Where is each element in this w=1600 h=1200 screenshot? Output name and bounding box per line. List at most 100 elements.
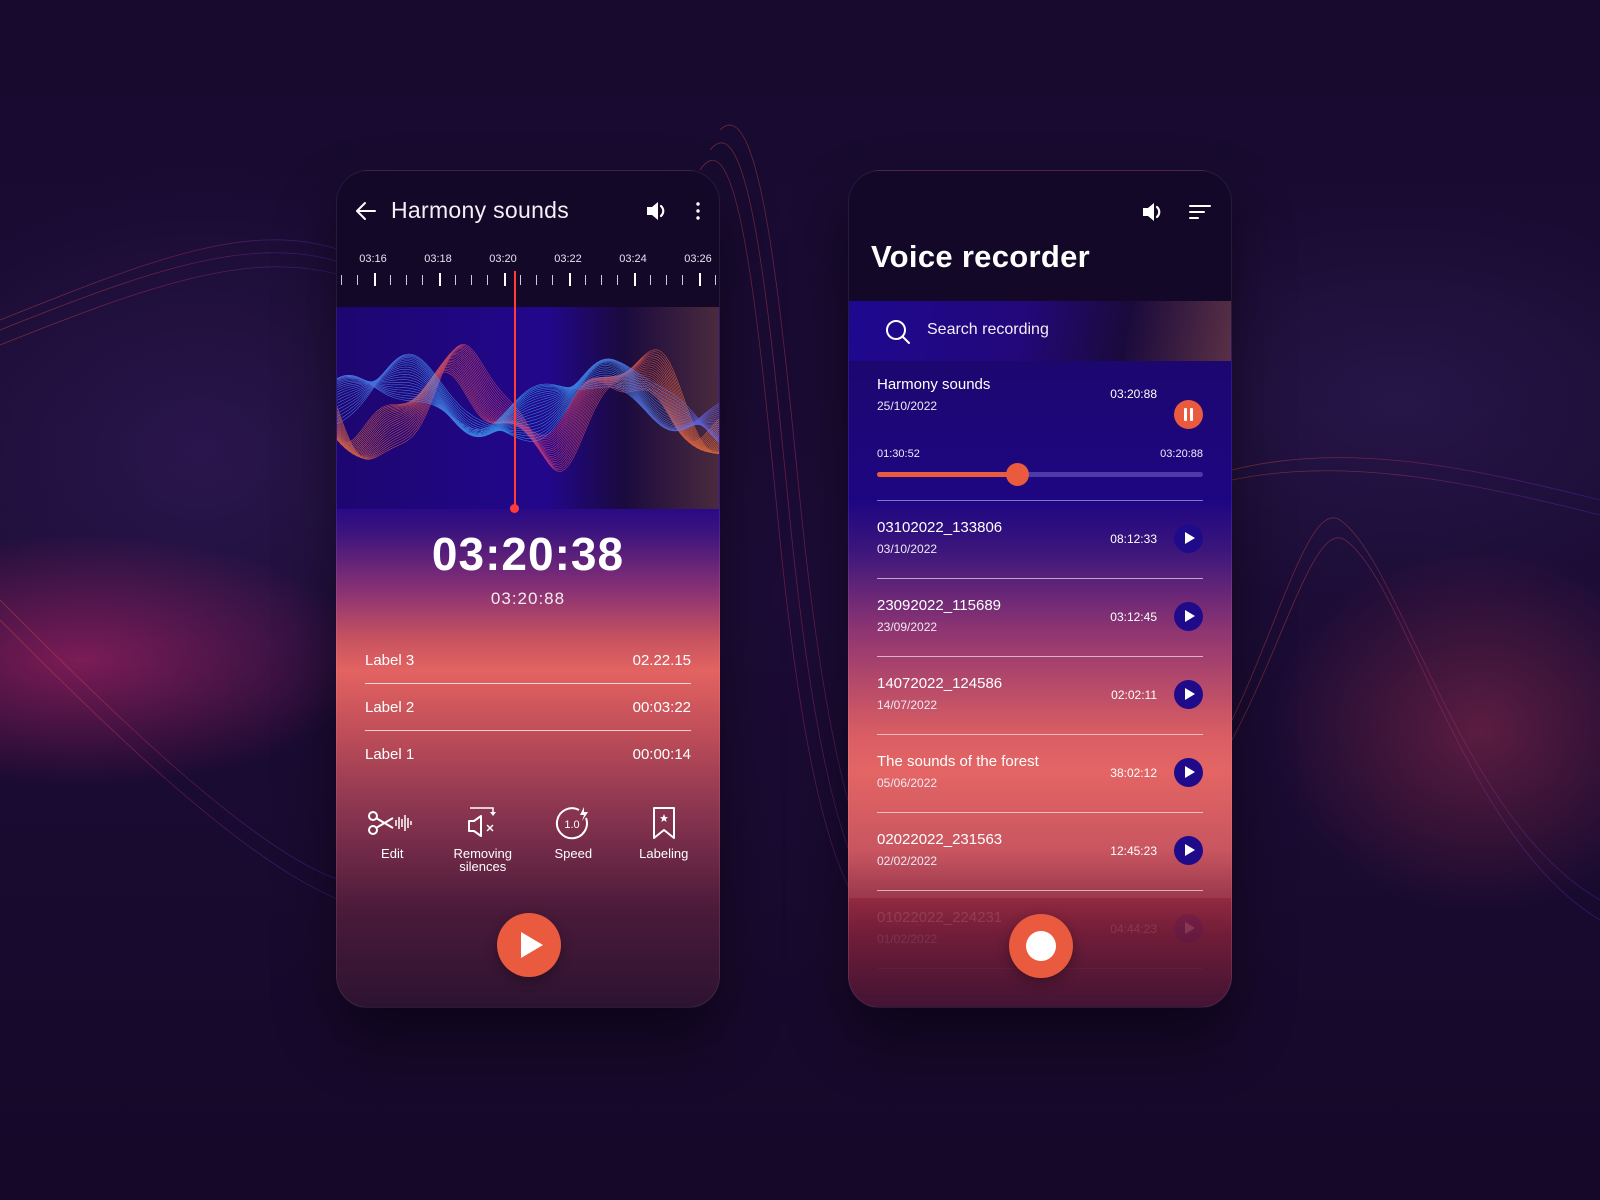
timeline-tick [503,273,506,286]
timeline-ruler[interactable]: 03:16 03:18 03:20 03:22 03:24 03:26 [337,251,719,291]
recording-name: 01022022_224231 [877,909,1003,926]
mute-speaker-icon [467,807,496,837]
volume-icon[interactable] [645,200,669,222]
recording-name: 23092022_115689 [877,597,1002,614]
recording-item[interactable]: The sounds of the forest 05/06/2022 38:0… [877,735,1203,813]
recording-name: 14072022_124586 [877,675,1003,692]
playback-slider[interactable] [877,463,1203,486]
timeline-tick [568,273,571,286]
play-icon[interactable] [1174,758,1203,787]
timeline-label: 03:26 [684,253,712,265]
timeline-label: 03:16 [359,253,387,265]
player-screen: Harmony sounds 03:16 03:18 03:20 03:22 0… [336,170,720,1008]
timeline-tick [454,275,456,285]
recorder-screen: Voice recorder Search recording Harmony … [848,170,1232,1008]
player-header: Harmony sounds [337,196,719,226]
recording-date: 14/07/2022 [877,698,938,712]
timeline-label: 03:24 [619,253,647,265]
playback-progress-fill [877,472,1018,477]
timeline-tick [471,275,472,285]
search-placeholder: Search recording [927,321,1049,338]
play-icon[interactable] [1174,602,1203,631]
active-recording[interactable]: Harmony sounds 25/10/2022 03:20:88 01:30… [877,376,1203,501]
recording-duration: 03:12:45 [1110,610,1157,624]
timeline-ticks [337,273,719,287]
play-icon[interactable] [1174,524,1203,553]
recording-date: 02/02/2022 [877,854,938,868]
playback-end: 03:20:88 [1160,448,1203,460]
record-button[interactable] [1009,914,1073,978]
timeline-tick [666,275,667,285]
label-name: Label 1 [365,746,415,763]
recording-duration: 38:02:12 [1110,766,1157,780]
timeline-tick [357,275,359,285]
label-name: Label 2 [365,698,415,716]
search-input[interactable]: Search recording [849,301,1231,361]
label-item[interactable]: Label 1 00:00:14 [365,731,691,778]
remove-silences-button[interactable]: Removing silences [440,805,526,873]
edit-button[interactable]: Edit [349,805,435,873]
timeline-label: 03:18 [424,253,452,265]
timeline-tick [406,275,407,285]
timeline-tick [601,275,602,285]
timeline-tick [617,275,619,285]
recording-item[interactable]: 02022022_231563 02/02/2022 12:45:23 [877,813,1203,891]
timeline-tick [649,275,651,285]
label-item[interactable]: Label 3 02.22.15 [365,637,691,684]
recording-date: 05/06/2022 [877,776,938,790]
recording-duration: 12:45:23 [1110,844,1157,858]
recording-duration: 02:02:11 [1111,688,1157,702]
playhead[interactable] [514,271,516,509]
app-title: Voice recorder [871,239,1091,274]
timeline-label: 03:22 [554,253,582,265]
waveform-display[interactable] [337,307,719,509]
bookmark-star-icon [652,807,675,839]
background-artwork [0,0,1600,1200]
volume-icon[interactable] [1141,201,1165,223]
timeline-tick [519,275,521,285]
play-icon[interactable] [1174,680,1203,709]
total-duration: 03:20:88 [490,589,566,608]
recording-item[interactable]: 03102022_133806 03/10/2022 08:12:33 [877,501,1203,579]
tool-label: Labeling [639,846,689,861]
timeline-tick [552,275,554,285]
label-list: Label 3 02.22.15 Label 2 00:03:22 Label … [365,637,691,778]
recording-name: Harmony sounds [877,376,991,393]
waveform-graphic [337,344,719,472]
recording-item[interactable]: 14072022_124586 14/07/2022 02:02:11 [877,657,1203,735]
label-time: 00:03:22 [632,698,691,716]
timeline-tick [536,275,537,285]
speed-button[interactable]: 1.0 Speed [530,805,616,873]
timeline-tick [584,275,586,285]
playback-slider-thumb[interactable] [1006,463,1030,486]
timeline-tick [341,275,342,285]
timeline-tick [389,275,391,285]
tool-label: Speed [554,846,593,861]
recording-list: Harmony sounds 25/10/2022 03:20:88 01:30… [877,376,1203,969]
timeline-tick [422,275,424,285]
timeline-tick [438,273,441,286]
playhead-handle[interactable] [510,504,519,513]
more-vertical-icon[interactable] [695,200,701,222]
labeling-button[interactable]: Labeling [621,805,707,873]
search-icon [886,320,910,344]
recording-title: Harmony sounds [391,197,570,223]
play-icon[interactable] [1174,914,1203,943]
arrow-left-icon[interactable] [355,200,377,222]
playback-position: 01:30:52 [877,448,920,460]
recording-item[interactable]: 23092022_115689 23/09/2022 03:12:45 [877,579,1203,657]
label-time: 02.22.15 [632,651,691,669]
play-button[interactable] [497,913,561,977]
recording-date: 23/09/2022 [877,620,938,634]
recording-duration: 03:20:88 [1110,387,1157,401]
play-icon[interactable] [1174,836,1203,865]
wave-mesh-decoration [0,124,1600,951]
recording-name: 02022022_231563 [877,831,1003,848]
recording-duration: 08:12:33 [1110,532,1157,546]
tool-bar: Edit Removing silences 1.0 Speed Labelin… [347,805,709,873]
timeline-tick [682,275,684,285]
speed-value: 1.0 [565,819,580,831]
pause-button[interactable] [1174,400,1203,429]
sort-filter-icon[interactable] [1189,203,1211,221]
label-item[interactable]: Label 2 00:03:22 [365,684,691,731]
